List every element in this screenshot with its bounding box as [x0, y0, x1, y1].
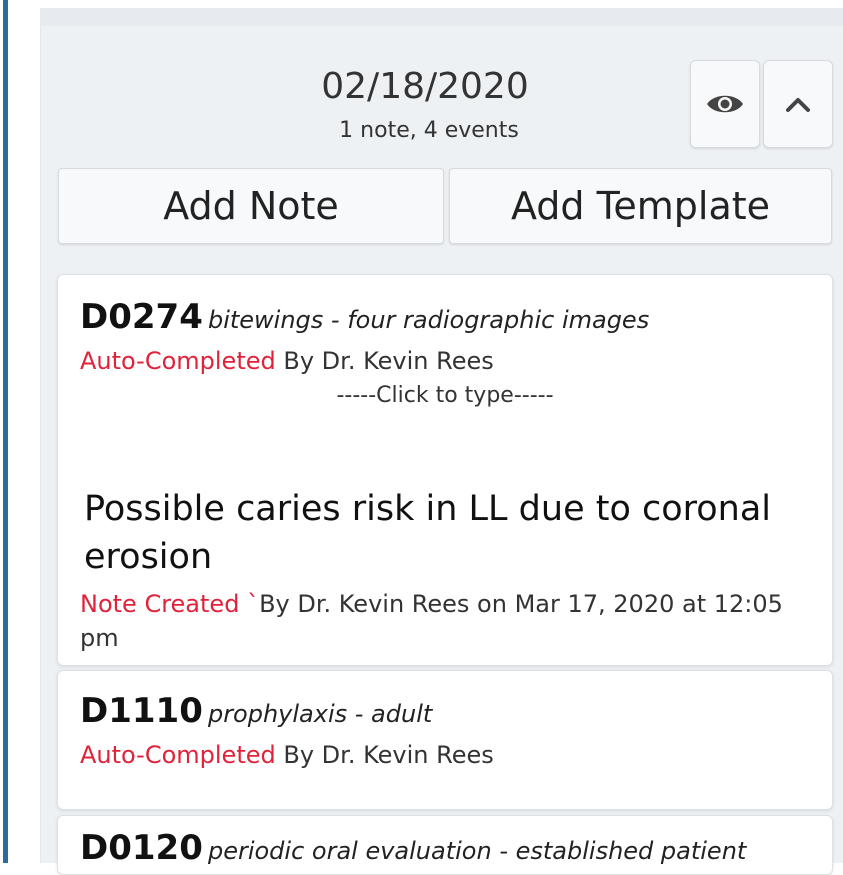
- eye-icon: [707, 95, 743, 113]
- event-card[interactable]: D0274 bitewings - four radiographic imag…: [57, 274, 833, 666]
- event-status-line: Auto-Completed By Dr. Kevin Rees: [80, 741, 494, 769]
- chevron-up-icon: [786, 98, 810, 112]
- event-card[interactable]: D1110 prophylaxis - adult Auto-Completed…: [57, 670, 833, 810]
- event-header: D0274 bitewings - four radiographic imag…: [80, 297, 649, 337]
- procedure-description: prophylaxis - adult: [207, 700, 433, 728]
- procedure-description: bitewings - four radiographic images: [207, 306, 650, 334]
- status-label: Auto-Completed: [80, 741, 276, 769]
- procedure-code: D1110: [80, 691, 203, 731]
- procedure-code: D0274: [80, 297, 203, 337]
- event-status-line: Auto-Completed By Dr. Kevin Rees: [80, 347, 494, 375]
- collapse-button[interactable]: [763, 60, 833, 148]
- procedure-code: D0120: [80, 828, 203, 868]
- note-text[interactable]: Possible caries risk in LL due to corona…: [84, 485, 804, 581]
- note-tick-mark: `: [247, 590, 260, 618]
- provider-label: By Dr. Kevin Rees: [283, 347, 494, 375]
- event-card[interactable]: D0120 periodic oral evaluation - establi…: [57, 815, 833, 875]
- event-header: D0120 periodic oral evaluation - establi…: [80, 828, 746, 868]
- provider-label: By Dr. Kevin Rees: [283, 741, 494, 769]
- panel-top-strip: [40, 8, 843, 26]
- add-template-button[interactable]: Add Template: [449, 168, 832, 244]
- view-toggle-button[interactable]: [690, 60, 760, 148]
- procedure-description: periodic oral evaluation - established p…: [207, 837, 747, 865]
- note-created-line: Note Created `By Dr. Kevin Rees on Mar 1…: [80, 587, 820, 655]
- add-note-button[interactable]: Add Note: [58, 168, 444, 244]
- click-to-type-field[interactable]: -----Click to type-----: [58, 383, 832, 408]
- note-status-label: Note Created: [80, 590, 240, 618]
- event-header: D1110 prophylaxis - adult: [80, 691, 432, 731]
- status-label: Auto-Completed: [80, 347, 276, 375]
